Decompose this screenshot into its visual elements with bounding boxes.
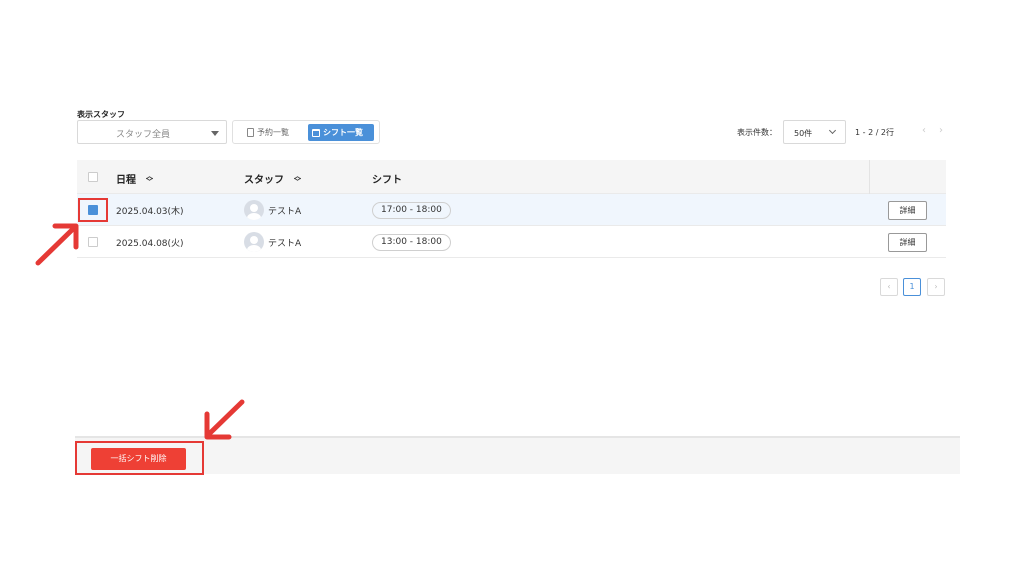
arrow-to-checkbox-icon	[35, 223, 79, 266]
staff-select[interactable]: スタッフ全員	[77, 120, 227, 144]
bottom-prev-page-button[interactable]: ‹	[880, 278, 898, 296]
table-row[interactable]: 2025.04.08(火) テストA 13:00 - 18:00 詳細	[77, 226, 946, 258]
staff-filter-label: 表示スタッフ	[77, 110, 125, 119]
view-toggle: 予約一覧 シフト一覧	[232, 120, 380, 144]
prev-page-arrow[interactable]: ‹	[922, 125, 926, 136]
next-page-arrow[interactable]: ›	[939, 125, 943, 136]
arrow-to-button-icon	[204, 399, 245, 440]
detail-button[interactable]: 詳細	[888, 233, 927, 252]
staff-column-header[interactable]: スタッフ ︿ ﹀	[244, 171, 301, 186]
row-staff: テストA	[268, 207, 302, 217]
shift-header-label: シフト	[372, 175, 402, 186]
calendar-icon	[312, 128, 320, 137]
footer-action-bar	[75, 436, 960, 474]
current-page-button[interactable]: 1	[903, 278, 921, 296]
user-avatar-icon	[244, 200, 264, 220]
caret-down-icon	[211, 131, 219, 136]
shift-table: 日程 ︿ ﹀ スタッフ ︿ ﹀ シフト 2025.04.03(木) テストA 17:…	[77, 160, 946, 258]
annotation-arrows	[35, 223, 245, 440]
user-avatar-icon	[244, 232, 264, 252]
sort-icon: ︿ ﹀	[146, 171, 153, 186]
detail-button[interactable]: 詳細	[888, 201, 927, 220]
row-range-text: 1 - 2 / 2行	[855, 128, 895, 137]
staff-select-value: スタッフ全員	[116, 130, 171, 140]
shift-list-label: シフト一覧	[323, 128, 363, 137]
per-page-value: 50件	[794, 129, 813, 138]
checkbox-highlight-box	[78, 198, 108, 222]
button-highlight-box	[75, 441, 204, 475]
row-shift-time: 17:00 - 18:00	[372, 202, 451, 219]
date-column-header[interactable]: 日程 ︿ ﹀	[116, 171, 153, 186]
row-date: 2025.04.03(木)	[116, 207, 184, 217]
shift-column-header: シフト	[372, 171, 402, 186]
sort-icon: ︿ ﹀	[294, 171, 301, 186]
date-header-label: 日程	[116, 175, 136, 186]
bottom-next-page-button[interactable]: ›	[927, 278, 945, 296]
chevron-down-icon	[828, 126, 837, 135]
staff-header-label: スタッフ	[244, 175, 284, 186]
document-icon	[247, 128, 254, 137]
shift-list-toggle[interactable]: シフト一覧	[308, 124, 374, 141]
per-page-label: 表示件数：	[737, 128, 777, 137]
column-divider	[869, 160, 870, 194]
row-checkbox[interactable]	[88, 237, 98, 247]
reservation-list-label: 予約一覧	[257, 128, 289, 137]
per-page-select[interactable]: 50件	[783, 120, 846, 144]
row-staff: テストA	[268, 239, 302, 249]
reservation-list-toggle[interactable]: 予約一覧	[243, 124, 293, 141]
table-header: 日程 ︿ ﹀ スタッフ ︿ ﹀ シフト	[77, 160, 946, 194]
select-all-checkbox[interactable]	[88, 172, 98, 182]
table-row[interactable]: 2025.04.03(木) テストA 17:00 - 18:00 詳細	[77, 194, 946, 226]
row-date: 2025.04.08(火)	[116, 239, 184, 249]
row-shift-time: 13:00 - 18:00	[372, 234, 451, 251]
